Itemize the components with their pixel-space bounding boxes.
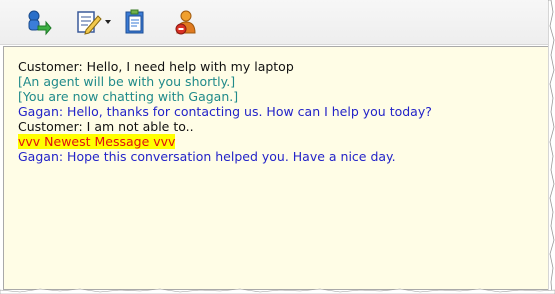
transfer-agent-icon[interactable] [24, 8, 52, 36]
chat-message-agent: Gagan: Hello, thanks for contacting us. … [18, 104, 432, 119]
chat-message-customer: Customer: I am not able to.. [18, 119, 194, 134]
newest-message-label: vvv Newest Message vvv [18, 134, 176, 149]
chat-message-customer: Customer: Hello, I need help with my lap… [18, 59, 294, 74]
chat-transcript[interactable]: Customer: Hello, I need help with my lap… [3, 46, 550, 290]
chevron-down-icon[interactable] [105, 20, 111, 24]
chat-window: Customer: Hello, I need help with my lap… [0, 0, 555, 294]
chat-message-system: [You are now chatting with Gagan.] [18, 89, 239, 104]
toolbar [0, 0, 549, 45]
clipboard-document-icon[interactable] [121, 8, 149, 36]
torn-edge-right [548, 0, 555, 294]
edit-notes-icon[interactable] [74, 8, 102, 36]
newest-message-marker: vvv Newest Message vvv [18, 134, 549, 149]
chat-message-system: [An agent will be with you shortly.] [18, 74, 236, 89]
chat-message-agent: Gagan: Hope this conversation helped you… [18, 149, 396, 164]
torn-edge-bottom [0, 288, 555, 294]
user-remove-icon[interactable] [172, 8, 200, 36]
